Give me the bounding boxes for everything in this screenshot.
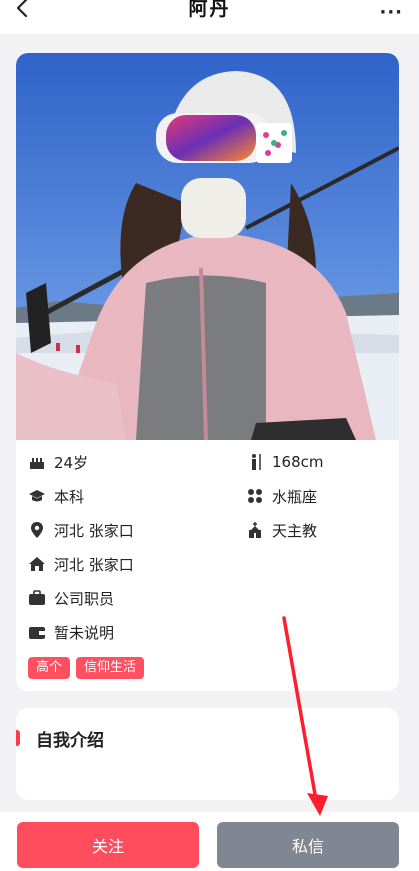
church-icon	[246, 521, 264, 539]
info-height: 168cm	[246, 451, 324, 473]
profile-card: 24岁 本科 河北 张家口 河北 张家口 公司职员 暂未说明 168cm 水瓶座…	[16, 53, 399, 691]
self-intro-title: 自我介绍	[36, 731, 104, 751]
info-religion: 天主教	[246, 519, 317, 541]
zodiac-icon	[246, 487, 264, 505]
info-zodiac-text: 水瓶座	[272, 487, 318, 506]
info-height-text: 168cm	[272, 453, 324, 471]
home-icon	[28, 555, 46, 573]
info-occupation: 公司职员	[28, 587, 114, 609]
top-nav-bar: 阿丹 ···	[0, 0, 419, 34]
info-zodiac: 水瓶座	[246, 485, 317, 507]
info-income-text: 暂未说明	[54, 623, 115, 642]
cake-icon	[28, 453, 46, 471]
info-location: 河北 张家口	[28, 519, 134, 541]
follow-button[interactable]: 关注	[17, 822, 199, 868]
info-education: 本科	[28, 485, 84, 507]
section-marker	[16, 730, 20, 746]
info-income: 暂未说明	[28, 621, 114, 643]
info-education-text: 本科	[54, 487, 85, 506]
info-age: 24岁	[28, 451, 88, 473]
info-age-text: 24岁	[54, 453, 89, 472]
wallet-icon	[28, 623, 46, 641]
page-title: 阿丹	[188, 0, 231, 20]
info-religion-text: 天主教	[272, 521, 318, 540]
tag-item[interactable]: 高个	[28, 657, 71, 679]
info-hometown: 河北 张家口	[28, 553, 134, 575]
self-intro-card: 自我介绍	[16, 708, 399, 800]
location-pin-icon	[28, 521, 46, 539]
info-occupation-text: 公司职员	[54, 589, 115, 608]
profile-photo[interactable]	[16, 53, 399, 440]
skier-photo-illustration	[16, 53, 399, 440]
info-hometown-text: 河北 张家口	[54, 555, 134, 574]
tag-item[interactable]: 信仰生活	[76, 657, 145, 679]
info-location-text: 河北 张家口	[54, 521, 134, 540]
height-person-icon	[246, 453, 264, 471]
graduation-cap-icon	[28, 487, 46, 505]
profile-tags: 高个 信仰生活	[28, 657, 145, 679]
more-options-button[interactable]: ···	[379, 2, 403, 23]
bottom-action-bar: 关注 私信	[0, 812, 419, 871]
message-button[interactable]: 私信	[217, 822, 399, 868]
briefcase-icon	[28, 589, 46, 607]
